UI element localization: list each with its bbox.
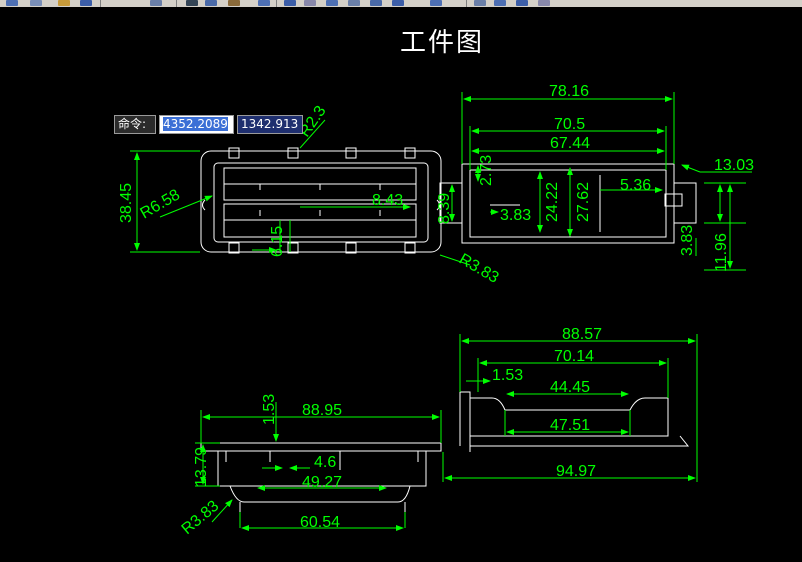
dim-label: R3.83 xyxy=(456,251,502,287)
toolbar-button[interactable] xyxy=(392,0,404,6)
toolbar-button[interactable] xyxy=(348,0,360,6)
dim-label: 88.57 xyxy=(562,326,602,343)
toolbar-button[interactable] xyxy=(494,0,506,6)
dim-label: 13.79 xyxy=(193,447,210,487)
command-label: 命令: xyxy=(114,115,156,134)
dim-label: 4.6 xyxy=(314,454,336,471)
top-left-view xyxy=(200,147,442,254)
dim-label: 3.83 xyxy=(500,207,531,224)
toolbar-separator xyxy=(100,0,101,7)
dim-label: 94.97 xyxy=(556,463,596,480)
toolbar xyxy=(0,0,802,7)
toolbar-button[interactable] xyxy=(370,0,382,6)
dim-label: 2.73 xyxy=(478,155,495,186)
dim-label: 1.53 xyxy=(261,394,278,425)
dim-label: 24.22 xyxy=(544,182,561,222)
toolbar-button[interactable] xyxy=(228,0,240,6)
page-title: 工件图 xyxy=(400,28,485,58)
dim-label: 70.14 xyxy=(554,348,594,365)
dim-label: 38.45 xyxy=(118,183,135,223)
dim-label: 44.45 xyxy=(550,379,590,396)
toolbar-button[interactable] xyxy=(6,0,18,6)
toolbar-button[interactable] xyxy=(150,0,162,6)
drawing-canvas[interactable]: 38.45 R6.58 R2.3 R3.83 8.43 6.15 78.16 7… xyxy=(0,7,802,562)
toolbar-separator xyxy=(176,0,177,7)
dim-label: 3.83 xyxy=(679,225,696,256)
dim-label: 47.51 xyxy=(550,417,590,434)
toolbar-button[interactable] xyxy=(58,0,70,6)
dim-label: 27.62 xyxy=(575,182,592,222)
dim-label: 6.15 xyxy=(269,226,286,257)
dim-label: 78.16 xyxy=(549,83,589,100)
coordinate-x-input[interactable]: 4352.2089 xyxy=(159,115,234,134)
dim-label: 11.96 xyxy=(713,233,730,272)
part-outline xyxy=(200,442,442,452)
toolbar-button[interactable] xyxy=(326,0,338,6)
toolbar-button[interactable] xyxy=(304,0,316,6)
toolbar-separator xyxy=(276,0,277,7)
dim-label: 13.03 xyxy=(714,157,754,174)
toolbar-button[interactable] xyxy=(284,0,296,6)
toolbar-button[interactable] xyxy=(258,0,270,6)
coordinate-y-input[interactable]: 1342.913 xyxy=(237,115,303,134)
coordinate-x-value: 4352.2089 xyxy=(163,117,228,131)
dim-label: 70.5 xyxy=(554,116,585,133)
dim-label: 88.95 xyxy=(302,402,342,419)
dim-label: 8.43 xyxy=(372,192,403,209)
dim-label: 1.53 xyxy=(492,367,523,384)
dim-label: 60.54 xyxy=(300,514,340,531)
dim-label: 8.39 xyxy=(436,193,453,224)
toolbar-button[interactable] xyxy=(516,0,528,6)
toolbar-separator xyxy=(466,0,467,7)
toolbar-button[interactable] xyxy=(186,0,198,6)
toolbar-button[interactable] xyxy=(30,0,42,6)
dim-label: 49.27 xyxy=(302,474,342,491)
toolbar-button[interactable] xyxy=(80,0,92,6)
toolbar-button[interactable] xyxy=(205,0,217,6)
dim-label: 5.36 xyxy=(620,177,651,194)
toolbar-button[interactable] xyxy=(474,0,486,6)
top-left-dimensions xyxy=(130,119,471,266)
toolbar-button[interactable] xyxy=(430,0,442,6)
dim-label: 67.44 xyxy=(550,135,590,152)
toolbar-button[interactable] xyxy=(538,0,550,6)
